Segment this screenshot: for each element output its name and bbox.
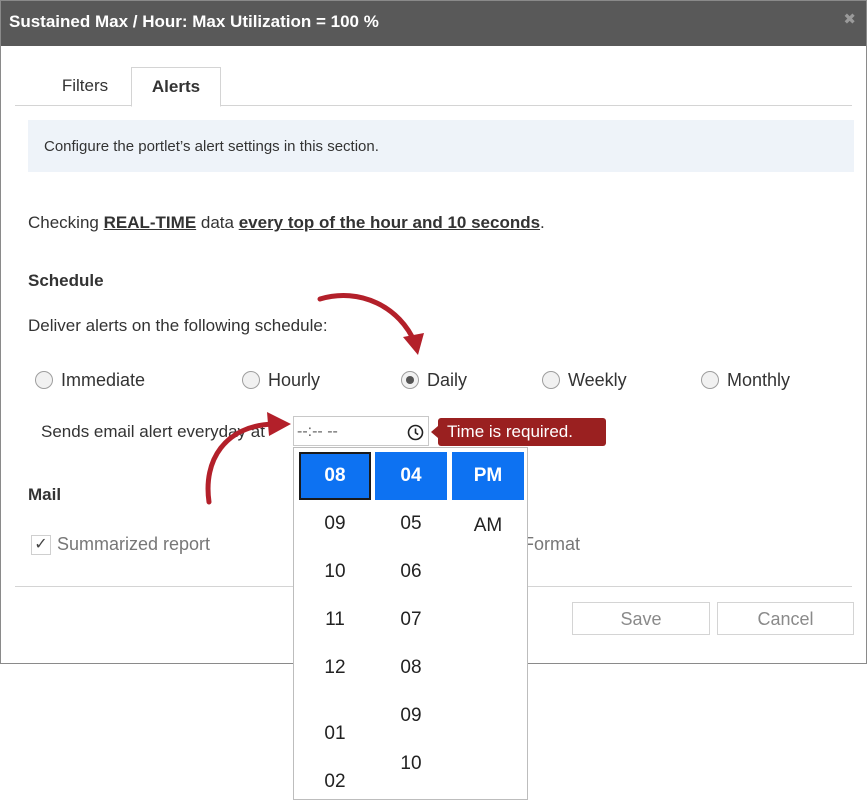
- radio-label: Monthly: [727, 369, 791, 390]
- tab-filters[interactable]: Filters: [47, 67, 123, 105]
- hour-option[interactable]: 11: [299, 596, 371, 644]
- summarized-report-checkbox[interactable]: ✓ Summarized report: [31, 534, 210, 555]
- hour-option-selected[interactable]: 08: [299, 452, 371, 500]
- save-button[interactable]: Save: [572, 602, 710, 635]
- info-text: Configure the portlet’s alert settings i…: [44, 138, 379, 155]
- checking-data-type: REAL-TIME: [103, 213, 197, 232]
- hour-option[interactable]: 01: [299, 710, 371, 758]
- dialog-title: Sustained Max / Hour: Max Utilization = …: [9, 12, 379, 31]
- page: Sustained Max / Hour: Max Utilization = …: [0, 0, 867, 800]
- minute-option[interactable]: 08: [375, 644, 447, 692]
- radio-label: Daily: [427, 369, 468, 390]
- hour-option[interactable]: 02: [299, 758, 371, 799]
- minute-option[interactable]: 05: [375, 500, 447, 548]
- annotation-arrow-icon: [317, 293, 424, 355]
- tab-alerts[interactable]: Alerts: [131, 67, 221, 107]
- checking-frequency: every top of the hour and 10 seconds: [238, 213, 541, 232]
- time-picker-popup: 08 09 10 11 12 01 02 04 05 06 07 08 09 1…: [293, 447, 528, 800]
- checking-middle: data: [196, 213, 239, 232]
- period-option[interactable]: AM: [452, 502, 524, 550]
- time-input[interactable]: --:-- --: [293, 416, 429, 446]
- tab-bar: Filters Alerts: [15, 67, 852, 107]
- checkmark-icon[interactable]: ✓: [31, 534, 51, 555]
- mail-heading: Mail: [28, 485, 62, 504]
- checkbox-label: Summarized report: [57, 534, 211, 554]
- tooltip-text: Time is required.: [447, 422, 573, 441]
- hour-option[interactable]: 09: [299, 500, 371, 548]
- radio-circle[interactable]: [401, 371, 419, 389]
- radio-label: Immediate: [61, 369, 146, 390]
- hour-option[interactable]: 12: [299, 644, 371, 692]
- checking-suffix: .: [540, 213, 545, 232]
- radio-label: Hourly: [268, 369, 321, 390]
- annotation-arrow-icon: [205, 412, 291, 505]
- radio-circle[interactable]: [701, 371, 719, 389]
- minute-option[interactable]: 06: [375, 548, 447, 596]
- cancel-button[interactable]: Cancel: [717, 602, 854, 635]
- clock-icon[interactable]: [407, 424, 424, 446]
- radio-circle[interactable]: [35, 371, 53, 389]
- format-label-wrap: Format: [523, 534, 580, 555]
- checking-summary: Checking REAL-TIME data every top of the…: [28, 213, 545, 233]
- hour-option[interactable]: 10: [299, 548, 371, 596]
- format-label: Format: [523, 534, 581, 554]
- radio-circle[interactable]: [242, 371, 260, 389]
- info-banner: Configure the portlet’s alert settings i…: [28, 120, 854, 172]
- schedule-heading: Schedule: [28, 271, 104, 290]
- minute-option[interactable]: 09: [375, 692, 447, 740]
- minute-option-selected[interactable]: 04: [375, 452, 447, 500]
- radio-immediate[interactable]: Immediate: [35, 369, 145, 391]
- close-icon[interactable]: ✖: [843, 10, 856, 28]
- deliver-label: Deliver alerts on the following schedule…: [28, 316, 328, 335]
- radio-circle[interactable]: [542, 371, 560, 389]
- minute-option[interactable]: 07: [375, 596, 447, 644]
- dialog-titlebar: Sustained Max / Hour: Max Utilization = …: [1, 1, 866, 46]
- radio-daily[interactable]: Daily: [401, 369, 467, 391]
- radio-hourly[interactable]: Hourly: [242, 369, 320, 391]
- checking-prefix: Checking: [28, 213, 104, 232]
- minute-option[interactable]: 10: [375, 740, 447, 788]
- radio-label: Weekly: [568, 369, 627, 390]
- radio-weekly[interactable]: Weekly: [542, 369, 627, 391]
- period-option-selected[interactable]: PM: [452, 452, 524, 500]
- time-required-tooltip: Time is required.: [431, 418, 606, 446]
- radio-monthly[interactable]: Monthly: [701, 369, 790, 391]
